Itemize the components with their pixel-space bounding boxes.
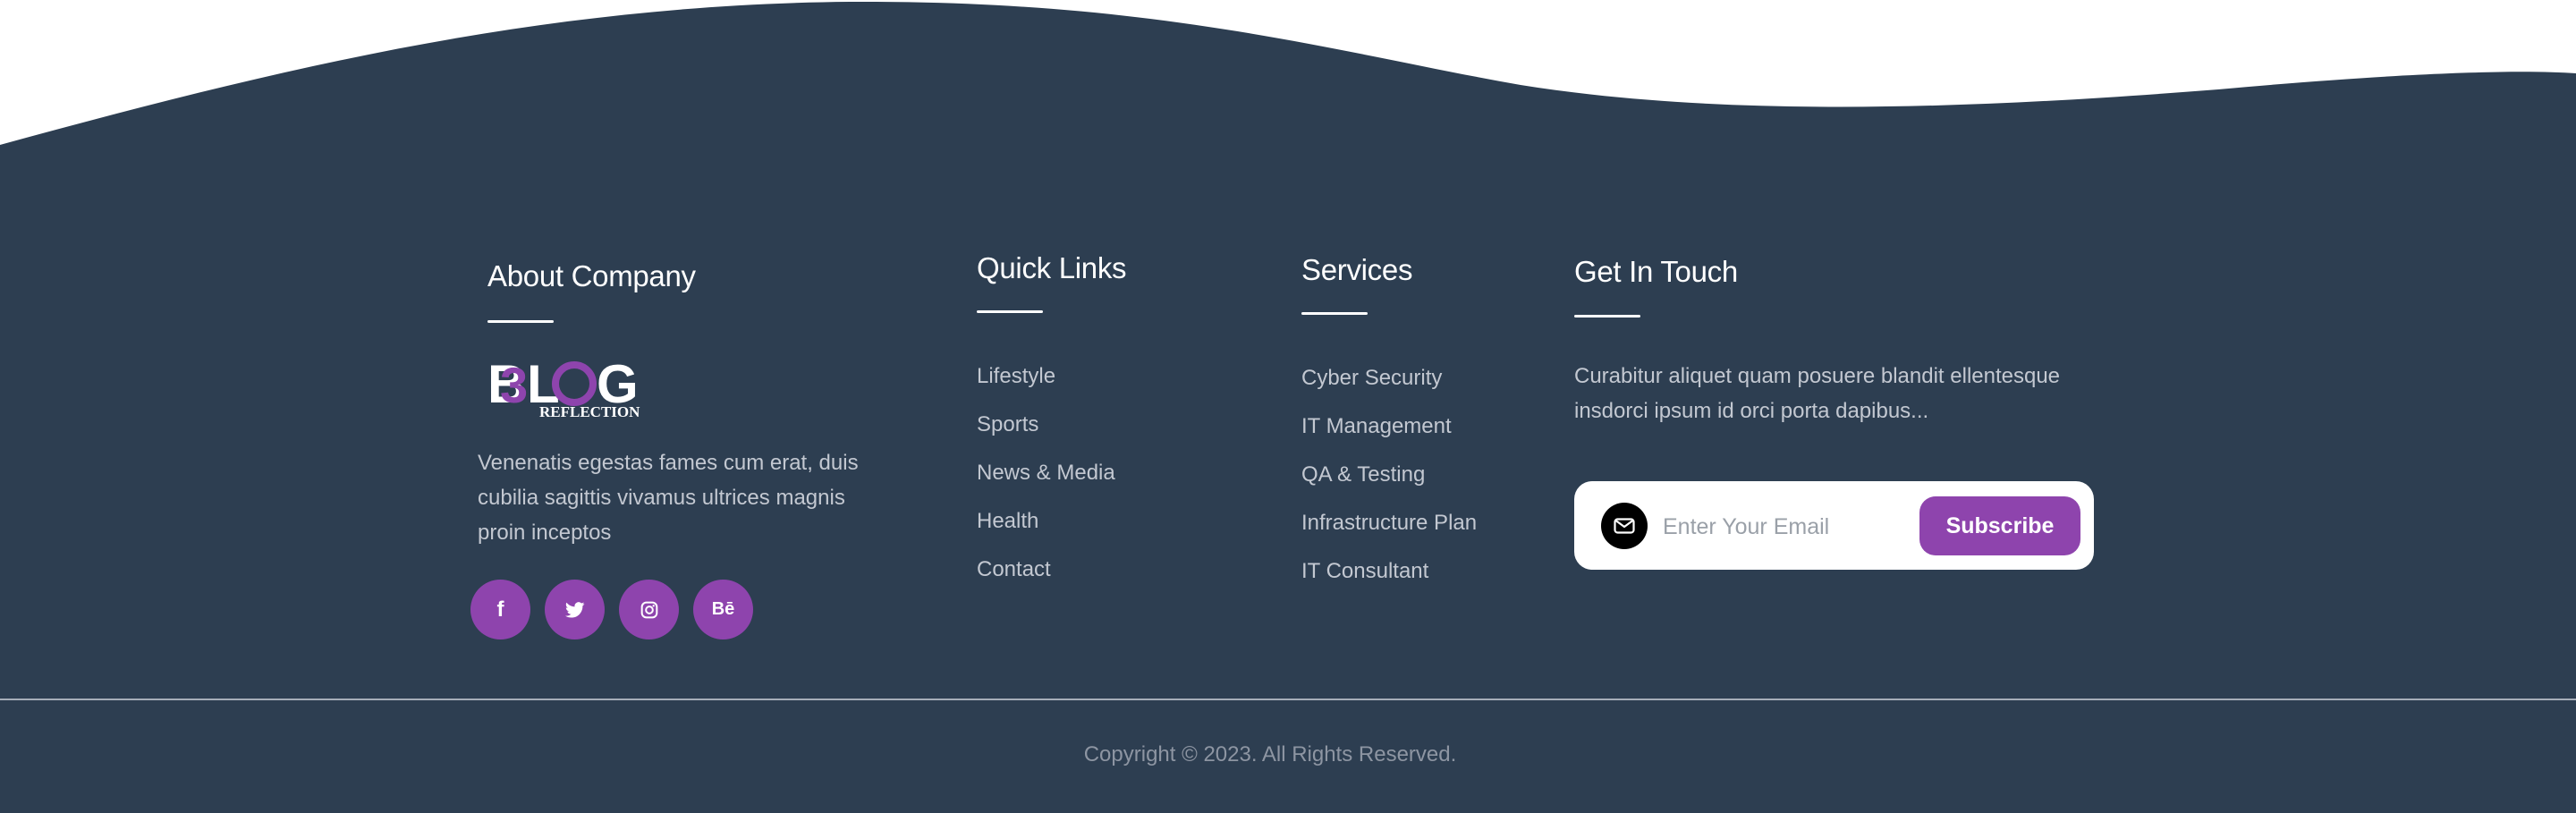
instagram-icon	[640, 601, 657, 618]
get-in-touch-heading: Get In Touch	[1574, 255, 1738, 288]
blog-reflection-logo[interactable]: B 3 L G REFLECTION	[487, 356, 648, 419]
services-list: Cyber Security IT Management QA & Testin…	[1301, 368, 1477, 609]
service-link-cyber-security[interactable]: Cyber Security	[1301, 368, 1477, 416]
quick-link-health[interactable]: Health	[977, 511, 1115, 559]
service-link-qa-testing[interactable]: QA & Testing	[1301, 464, 1477, 512]
svg-text:REFLECTION: REFLECTION	[539, 403, 640, 419]
facebook-button[interactable]: f	[470, 580, 530, 639]
copyright-text: Copyright © 2023. All Rights Reserved.	[1083, 742, 1457, 766]
services-heading: Services	[1301, 253, 1413, 286]
about-description: Venenatis egestas fames cum erat, duis c…	[478, 451, 859, 545]
twitter-button[interactable]	[545, 580, 605, 639]
about-underline	[487, 320, 554, 323]
quick-link-news-media[interactable]: News & Media	[977, 462, 1115, 511]
quick-links-heading: Quick Links	[977, 251, 1127, 284]
service-link-it-management[interactable]: IT Management	[1301, 416, 1477, 464]
quick-link-lifestyle[interactable]: Lifestyle	[977, 366, 1115, 414]
quick-link-contact[interactable]: Contact	[977, 559, 1115, 607]
svg-text:3: 3	[500, 357, 528, 413]
quick-links-underline	[977, 310, 1043, 313]
about-heading: About Company	[487, 259, 696, 292]
service-link-it-consultant[interactable]: IT Consultant	[1301, 561, 1477, 609]
get-in-touch-description: Curabitur aliquet quam posuere blandit e…	[1574, 364, 2061, 423]
quick-link-sports[interactable]: Sports	[977, 414, 1115, 462]
instagram-button[interactable]	[619, 580, 679, 639]
social-links: f Bē	[470, 580, 753, 639]
newsletter-form: Subscribe	[1574, 481, 2094, 570]
envelope-icon	[1601, 503, 1648, 549]
service-link-infrastructure-plan[interactable]: Infrastructure Plan	[1301, 512, 1477, 561]
footer-divider	[0, 699, 2576, 700]
facebook-icon: f	[496, 597, 504, 622]
email-input[interactable]	[1661, 501, 1924, 553]
quick-links-list: Lifestyle Sports News & Media Health Con…	[977, 366, 1115, 607]
twitter-icon	[564, 601, 584, 618]
behance-icon: Bē	[711, 599, 735, 619]
services-underline	[1301, 312, 1368, 315]
behance-button[interactable]: Bē	[693, 580, 753, 639]
site-footer: About Company B 3 L G REFLECTION Venenat…	[0, 0, 2576, 813]
subscribe-button[interactable]: Subscribe	[1919, 496, 2080, 555]
get-in-touch-underline	[1574, 315, 1640, 318]
